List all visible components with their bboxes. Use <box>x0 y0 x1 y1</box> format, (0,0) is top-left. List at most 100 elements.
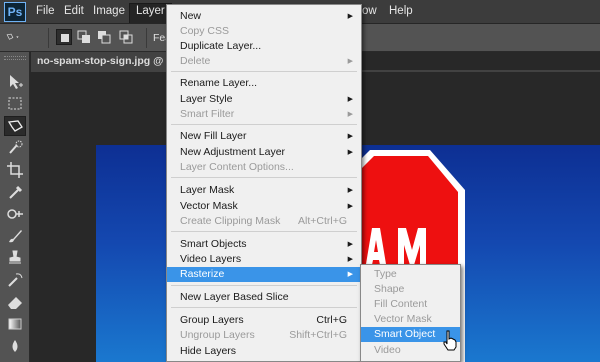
submenu-arrow-icon: ▶ <box>347 271 353 278</box>
menu-item-new-adjustment-layer[interactable]: New Adjustment Layer ▶ <box>167 145 361 160</box>
history-brush-icon <box>8 273 23 287</box>
submenu-item-shape[interactable]: Shape <box>361 282 460 297</box>
quick-selection-tool[interactable] <box>4 138 26 158</box>
eraser-tool[interactable] <box>4 292 26 312</box>
document-tab[interactable]: no-spam-stop-sign.jpg @ 25% <box>31 52 166 70</box>
menu-item-rename-layer[interactable]: Rename Layer... <box>167 76 361 91</box>
new-selection-button[interactable] <box>56 29 72 45</box>
menu-item-ungroup-layers[interactable]: Ungroup Layers Shift+Ctrl+G <box>167 328 361 343</box>
menu-item-label: Rename Layer... <box>180 77 258 89</box>
eyedropper-icon <box>9 185 23 199</box>
menu-item-label: New Layer Based Slice <box>180 291 289 303</box>
menu-item-shortcut: Ctrl+G <box>316 314 347 326</box>
menu-help[interactable]: Help <box>389 5 413 17</box>
polygonal-lasso-icon <box>7 120 23 132</box>
submenu-arrow-icon: ▶ <box>347 256 353 263</box>
menu-item-smart-objects[interactable]: Smart Objects ▶ <box>167 237 361 252</box>
menu-item-label: Duplicate Layer... <box>180 40 262 52</box>
eyedropper-tool[interactable] <box>4 182 26 202</box>
clone-stamp-icon <box>9 250 21 264</box>
menu-item-label: Ungroup Layers <box>180 329 255 341</box>
menu-window[interactable]: ow <box>362 5 377 17</box>
submenu-arrow-icon: ▶ <box>347 203 353 210</box>
submenu-arrow-icon: ▶ <box>347 241 353 248</box>
panel-grip[interactable] <box>4 56 26 60</box>
photoshop-logo: Ps <box>4 2 26 22</box>
menu-item-delete[interactable]: Delete ▶ <box>167 54 361 69</box>
intersect-selection-button[interactable] <box>118 29 134 45</box>
tool-preset-picker[interactable] <box>6 29 34 45</box>
menu-item-video-layers[interactable]: Video Layers ▶ <box>167 252 361 267</box>
eraser-icon <box>8 297 22 309</box>
menu-separator <box>171 285 357 286</box>
crop-tool[interactable] <box>4 160 26 180</box>
healing-brush-tool[interactable] <box>4 204 26 224</box>
blur-tool[interactable] <box>4 336 26 356</box>
subtract-selection-icon <box>98 31 111 44</box>
menu-item-copy-css[interactable]: Copy CSS <box>167 24 361 39</box>
clone-stamp-tool[interactable] <box>4 248 26 268</box>
menu-separator <box>171 307 357 308</box>
menu-item-layer-content-options[interactable]: Layer Content Options... <box>167 160 361 175</box>
menu-item-label: New Adjustment Layer <box>180 146 286 158</box>
move-tool[interactable] <box>4 72 26 92</box>
menu-separator <box>171 71 357 72</box>
menu-separator <box>171 231 357 232</box>
menu-item-label: Smart Filter <box>180 108 235 120</box>
menu-item-label: Layer Style <box>180 93 233 105</box>
healing-brush-icon <box>7 209 23 219</box>
menu-item-label: Rasterize <box>180 268 225 280</box>
intersect-selection-icon <box>119 30 133 44</box>
menu-item-label: Video Layers <box>180 253 242 265</box>
submenu-item-type[interactable]: Type <box>361 267 460 282</box>
menu-item-label: Copy CSS <box>180 25 230 37</box>
menu-item-new[interactable]: New ▶ <box>167 9 361 24</box>
menu-item-label: Group Layers <box>180 314 244 326</box>
menu-item-new-fill-layer[interactable]: New Fill Layer ▶ <box>167 129 361 144</box>
submenu-arrow-icon: ▶ <box>347 58 353 65</box>
menu-item-hide-layers[interactable]: Hide Layers <box>167 344 361 359</box>
subtract-selection-button[interactable] <box>96 29 112 45</box>
menu-file[interactable]: File <box>36 5 55 17</box>
layer-menu: New ▶ Copy CSS Duplicate Layer... Delete ▶… <box>166 4 362 362</box>
submenu-arrow-icon: ▶ <box>347 133 353 140</box>
menu-item-new-layer-based-slice[interactable]: New Layer Based Slice <box>167 290 361 305</box>
menu-separator <box>171 177 357 178</box>
brush-tool[interactable] <box>4 226 26 246</box>
quick-selection-icon <box>9 140 23 154</box>
gradient-tool[interactable] <box>4 314 26 334</box>
menu-item-layer-style[interactable]: Layer Style ▶ <box>167 92 361 107</box>
menu-item-vector-mask[interactable]: Vector Mask ▶ <box>167 199 361 214</box>
polygonal-lasso-tool[interactable] <box>4 116 26 136</box>
menu-item-rasterize[interactable]: Rasterize ▶ <box>167 267 361 282</box>
menu-item-duplicate-layer[interactable]: Duplicate Layer... <box>167 39 361 54</box>
menu-item-label: Layer Mask <box>180 184 235 196</box>
submenu-arrow-icon: ▶ <box>347 96 353 103</box>
add-selection-icon <box>77 30 90 43</box>
menu-separator <box>171 124 357 125</box>
menu-item-label: Create Clipping Mask <box>180 215 281 227</box>
submenu-arrow-icon: ▶ <box>347 149 353 156</box>
menu-image[interactable]: Image <box>93 5 125 17</box>
history-brush-tool[interactable] <box>4 270 26 290</box>
menu-item-label: Vector Mask <box>180 200 238 212</box>
menu-item-create-clipping-mask[interactable]: Create Clipping Mask Alt+Ctrl+G <box>167 214 361 229</box>
menu-item-group-layers[interactable]: Group Layers Ctrl+G <box>167 313 361 328</box>
menu-item-smart-filter[interactable]: Smart Filter ▶ <box>167 107 361 122</box>
menu-item-label: New <box>180 10 202 22</box>
submenu-item-fill-content[interactable]: Fill Content <box>361 297 460 312</box>
menu-edit[interactable]: Edit <box>64 5 84 17</box>
marquee-tool[interactable] <box>4 94 26 114</box>
submenu-arrow-icon: ▶ <box>347 187 353 194</box>
submenu-item-vector-mask[interactable]: Vector Mask <box>361 312 460 327</box>
blur-icon <box>12 340 18 352</box>
crop-icon <box>7 162 23 178</box>
add-selection-button[interactable] <box>76 29 92 45</box>
submenu-arrow-icon: ▶ <box>347 13 353 20</box>
menu-item-label: Delete <box>180 55 211 67</box>
move-icon <box>10 75 23 89</box>
menu-item-label: New Fill Layer <box>180 130 247 142</box>
hand-cursor-icon <box>443 330 457 351</box>
new-selection-icon <box>61 34 69 42</box>
menu-item-layer-mask[interactable]: Layer Mask ▶ <box>167 183 361 198</box>
